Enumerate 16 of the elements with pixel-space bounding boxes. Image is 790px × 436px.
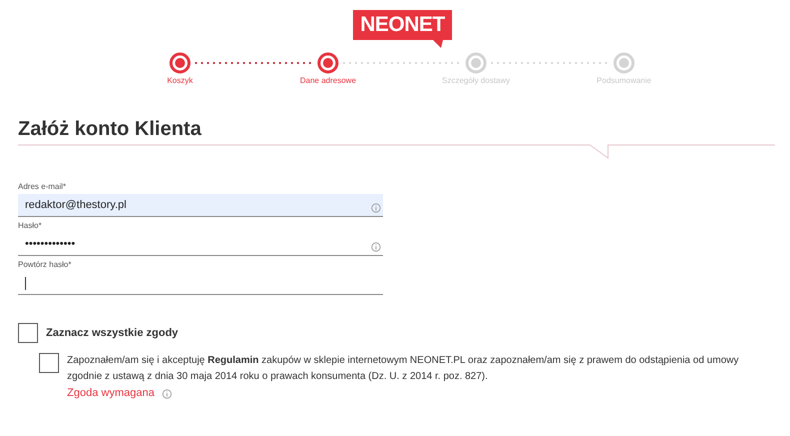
step-label: Koszyk (167, 76, 193, 85)
field-label: Hasło* (18, 221, 43, 232)
checkbox-label: Zaznacz wszystkie zgody (46, 327, 178, 339)
input-field[interactable]: ••••••••••••• (18, 233, 383, 256)
checkbox[interactable] (18, 323, 38, 343)
input-field[interactable]: redaktor@thestory.pl (18, 194, 383, 217)
field-label: Powtórz hasło* (18, 260, 72, 271)
info-icon[interactable] (162, 389, 172, 399)
required-note: Zgoda wymagana (67, 386, 154, 401)
info-icon[interactable] (371, 242, 381, 252)
step-label: Dane adresowe (300, 76, 356, 85)
checkbox[interactable] (39, 353, 59, 373)
consent-text: Zapoznałem/am się i akceptuję Regulamin zakupów w sklepie internetowym NEONET.PL oraz zapoznałem/am się z prawem do odstąpienia od umowy zgodnie z ustawą z dnia 30 maja 2014 roku o prawach konsumenta (Dz. U. z 2014 r. poz. 827). (67, 354, 740, 384)
page-heading: Załóż konto Klienta (18, 117, 202, 142)
field-label: Adres e-mail* (18, 182, 68, 193)
info-icon[interactable] (371, 203, 381, 213)
